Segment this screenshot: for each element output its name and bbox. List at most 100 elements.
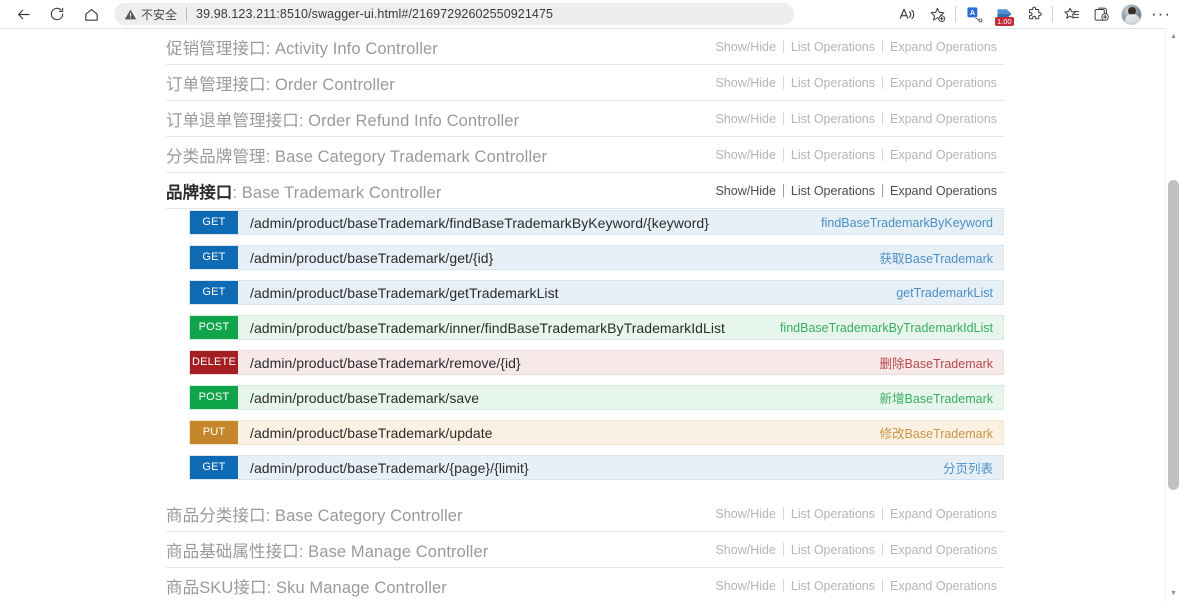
endpoint-path[interactable]: /admin/product/baseTrademark/findBaseTra… [238,215,821,231]
resource-title[interactable]: 商品分类接口: Base Category Controller [166,502,463,526]
endpoint-path[interactable]: /admin/product/baseTrademark/save [238,390,880,406]
extensions-icon[interactable] [1019,1,1049,27]
list-operations-link[interactable]: List Operations [784,76,882,90]
resource-row[interactable]: 分类品牌管理: Base Category Trademark Controll… [166,137,1004,173]
resource-title[interactable]: 商品SKU接口: Sku Manage Controller [166,574,447,598]
home-icon[interactable] [74,1,108,27]
resource-title[interactable]: 商品基础属性接口: Base Manage Controller [166,538,488,562]
back-icon[interactable] [6,1,40,27]
resource-title-cn: 订单管理接口 [166,75,266,94]
http-method-badge: GET [190,211,238,234]
endpoint-list: GET /admin/product/baseTrademark/findBas… [166,209,1004,496]
resource-title[interactable]: 订单退单管理接口: Order Refund Info Controller [166,107,519,131]
resource-row[interactable]: 促销管理接口: Activity Info Controller Show/Hi… [166,29,1004,65]
show-hide-link[interactable]: Show/Hide [708,148,782,162]
expand-operations-link[interactable]: Expand Operations [883,507,1004,521]
resource-title-cn: 品牌接口 [166,183,233,202]
endpoint-row[interactable]: GET /admin/product/baseTrademark/get/{id… [189,245,1004,270]
resource-title-en: : Base Manage Controller [298,542,489,561]
security-label: 不安全 [141,7,178,22]
profile-avatar[interactable] [1116,1,1146,27]
zoom-level-icon[interactable]: 1.00 [989,1,1019,27]
endpoint-path[interactable]: /admin/product/baseTrademark/get/{id} [238,250,880,266]
endpoint-path[interactable]: /admin/product/baseTrademark/inner/findB… [238,320,780,336]
list-operations-link[interactable]: List Operations [784,112,882,126]
resource-title-en: : Sku Manage Controller [266,578,447,597]
expand-operations-link[interactable]: Expand Operations [883,112,1004,126]
endpoint-row[interactable]: POST /admin/product/baseTrademark/inner/… [189,315,1004,340]
endpoint-row[interactable]: GET /admin/product/baseTrademark/getTrad… [189,280,1004,305]
endpoint-path[interactable]: /admin/product/baseTrademark/{page}/{lim… [238,460,943,476]
resource-actions: Show/Hide List Operations Expand Operati… [708,184,1004,198]
endpoint-description: 删除BaseTrademark [879,357,993,371]
endpoint-path[interactable]: /admin/product/baseTrademark/update [238,425,880,441]
resource-row-active[interactable]: 品牌接口: Base Trademark Controller Show/Hid… [166,173,1004,209]
address-bar[interactable]: 不安全 39.98.123.211:8510/swagger-ui.html#/… [114,3,794,25]
resource-title[interactable]: 品牌接口: Base Trademark Controller [166,179,441,203]
http-method-badge: GET [190,281,238,304]
list-operations-link[interactable]: List Operations [784,543,882,557]
collections-icon[interactable] [1056,1,1086,27]
show-hide-link[interactable]: Show/Hide [708,184,782,198]
show-hide-link[interactable]: Show/Hide [708,579,782,593]
endpoint-path[interactable]: /admin/product/baseTrademark/getTrademar… [238,285,896,301]
http-method-badge: PUT [190,421,238,444]
list-operations-link[interactable]: List Operations [784,579,882,593]
resource-title-cn: 分类品牌管理 [166,147,266,166]
address-url[interactable]: 39.98.123.211:8510/swagger-ui.html#/2169… [196,7,553,21]
endpoint-row[interactable]: PUT /admin/product/baseTrademark/update … [189,420,1004,445]
expand-operations-link[interactable]: Expand Operations [883,40,1004,54]
list-operations-link[interactable]: List Operations [784,40,882,54]
expand-operations-link[interactable]: Expand Operations [883,148,1004,162]
add-favorite-icon[interactable] [922,1,952,27]
resource-title[interactable]: 分类品牌管理: Base Category Trademark Controll… [166,143,547,167]
endpoint-description: findBaseTrademarkByTrademarkIdList [779,320,993,335]
endpoint-path[interactable]: /admin/product/baseTrademark/remove/{id} [238,355,880,371]
list-operations-link[interactable]: List Operations [784,507,882,521]
show-hide-link[interactable]: Show/Hide [708,112,782,126]
endpoint-row[interactable]: POST /admin/product/baseTrademark/save 新… [189,385,1004,410]
ellipsis-glyph: ··· [1151,4,1171,23]
scroll-down-arrow[interactable]: ▼ [1166,586,1180,600]
list-operations-link[interactable]: List Operations [784,148,882,162]
resource-title-en: : Activity Info Controller [265,39,438,58]
endpoint-description: findBaseTrademarkByKeyword [821,215,993,230]
resource-row[interactable]: 商品SKU接口: Sku Manage Controller Show/Hide… [166,568,1004,601]
show-hide-link[interactable]: Show/Hide [708,76,782,90]
show-hide-link[interactable]: Show/Hide [708,543,782,557]
list-operations-link[interactable]: List Operations [784,184,882,198]
swagger-resource-list: 促销管理接口: Activity Info Controller Show/Hi… [166,29,1004,601]
show-hide-link[interactable]: Show/Hide [708,40,782,54]
toolbar-actions: A 1.00 ··· [892,0,1176,28]
page-viewport: 促销管理接口: Activity Info Controller Show/Hi… [0,28,1180,601]
http-method-badge: GET [190,246,238,269]
resource-actions: Show/Hide List Operations Expand Operati… [708,148,1004,162]
resource-row[interactable]: 商品基础属性接口: Base Manage Controller Show/Hi… [166,532,1004,568]
read-aloud-icon[interactable] [892,1,922,27]
refresh-icon[interactable] [40,1,74,27]
expand-operations-link[interactable]: Expand Operations [883,76,1004,90]
show-hide-link[interactable]: Show/Hide [708,507,782,521]
scrollbar-thumb[interactable] [1168,180,1179,490]
http-method-badge: POST [190,386,238,409]
resource-title-cn: 订单退单管理接口 [166,111,299,130]
resource-title[interactable]: 促销管理接口: Activity Info Controller [166,35,438,59]
endpoint-row[interactable]: GET /admin/product/baseTrademark/{page}/… [189,455,1004,480]
resource-row[interactable]: 订单退单管理接口: Order Refund Info Controller S… [166,101,1004,137]
endpoint-row[interactable]: DELETE /admin/product/baseTrademark/remo… [189,350,1004,375]
scroll-up-arrow[interactable]: ▲ [1166,29,1180,43]
expand-operations-link[interactable]: Expand Operations [883,543,1004,557]
resource-title-cn: 促销管理接口 [166,39,266,58]
http-method-badge: DELETE [190,351,238,374]
endpoint-row[interactable]: GET /admin/product/baseTrademark/findBas… [189,210,1004,235]
expand-operations-link[interactable]: Expand Operations [883,579,1004,593]
resource-title[interactable]: 订单管理接口: Order Controller [166,71,395,95]
add-collection-icon[interactable] [1086,1,1116,27]
resource-row[interactable]: 商品分类接口: Base Category Controller Show/Hi… [166,496,1004,532]
translate-icon[interactable]: A [959,1,989,27]
resource-row[interactable]: 订单管理接口: Order Controller Show/Hide List … [166,65,1004,101]
expand-operations-link[interactable]: Expand Operations [883,184,1004,198]
page-scrollbar[interactable]: ▲ ▼ [1165,28,1180,601]
more-options-icon[interactable]: ··· [1146,1,1176,27]
resource-title-en: : Base Category Controller [265,506,463,525]
